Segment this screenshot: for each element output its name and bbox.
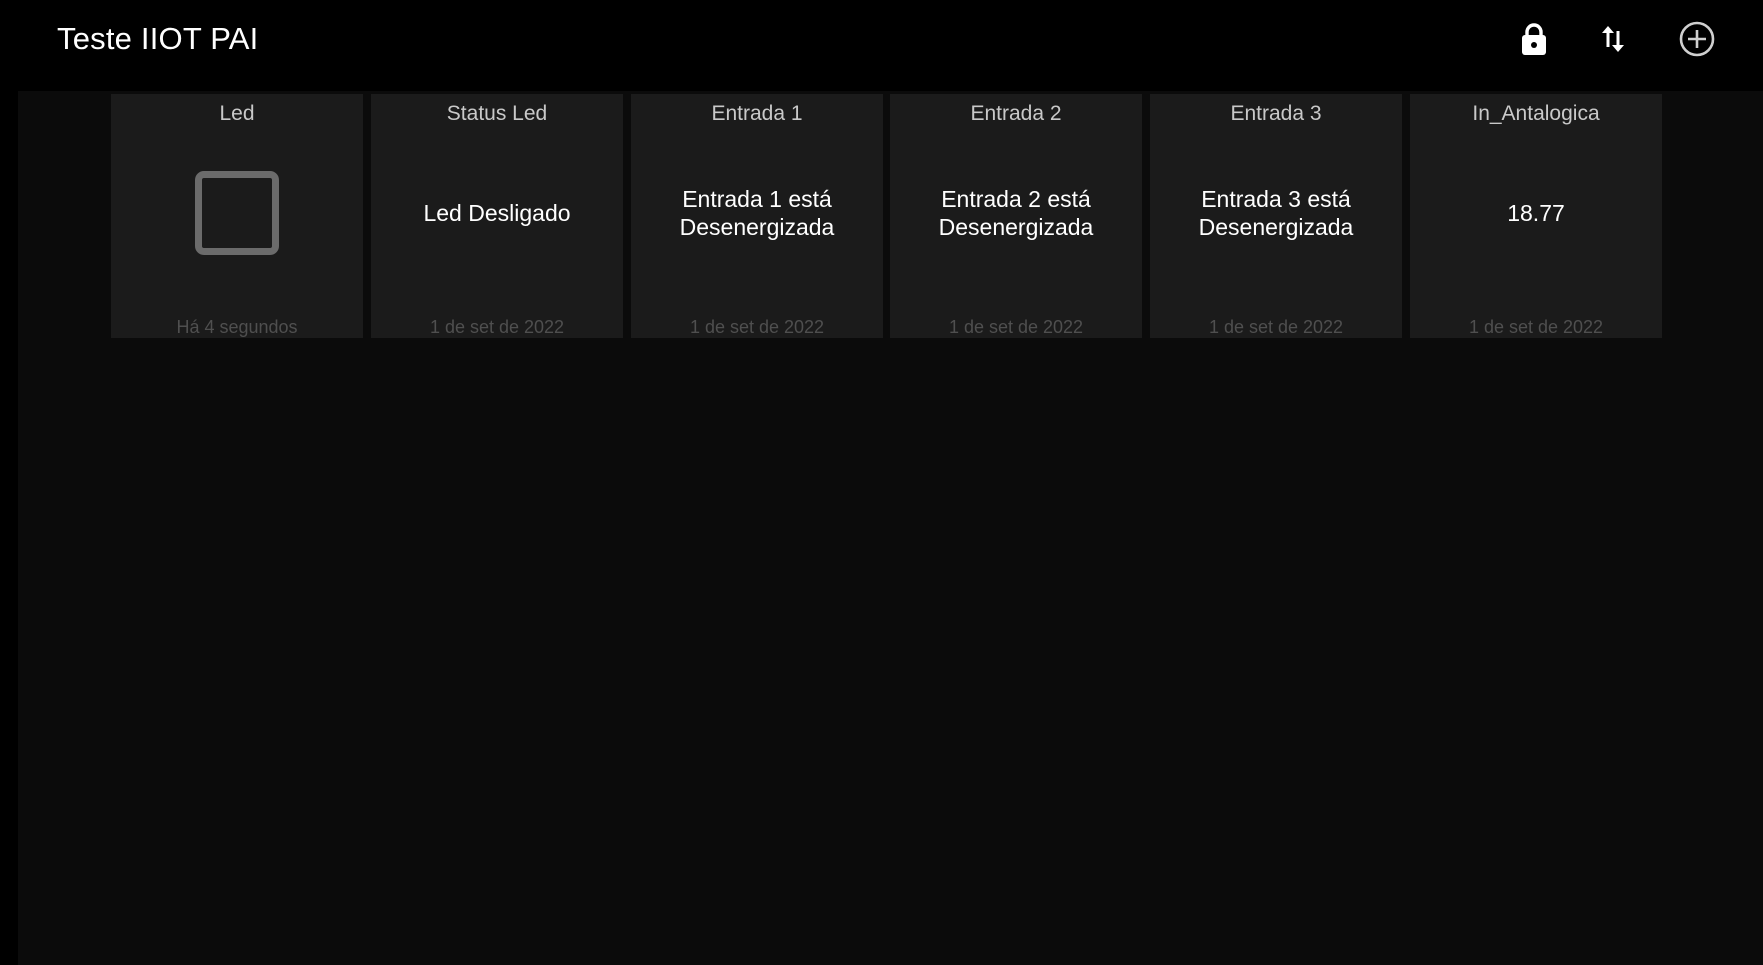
sort-button[interactable] [1590,16,1636,62]
tile-title: Led [219,102,255,125]
swap-vertical-icon [1602,26,1624,52]
tile-entrada-3[interactable]: Entrada 3 Entrada 3 está Desenergizada 1… [1150,94,1402,338]
tile-title: Status Led [446,102,548,125]
add-button[interactable] [1674,16,1720,62]
tile-body [119,156,355,270]
app-bar: Teste IIOT PAI [0,0,1763,90]
tile-status-led[interactable]: Status Led Led Desligado 1 de set de 202… [371,94,623,338]
tile-led[interactable]: Led Há 4 segundos [111,94,363,338]
tile-title: Entrada 2 [970,102,1062,125]
tile-timestamp: 1 de set de 2022 [948,317,1084,337]
tile-timestamp: 1 de set de 2022 [429,317,565,337]
tile-entrada-1[interactable]: Entrada 1 Entrada 1 está Desenergizada 1… [631,94,883,338]
tile-value: Led Desligado [423,200,571,226]
tile-value: Entrada 2 está Desenergizada [938,186,1094,240]
tile-value: Entrada 3 está Desenergizada [1198,186,1354,240]
lock-button[interactable] [1511,16,1557,62]
tile-timestamp: Há 4 segundos [176,317,298,337]
app-title: Teste IIOT PAI [57,21,259,56]
tile-in-antalogica[interactable]: In_Antalogica 18.77 1 de set de 2022 [1410,94,1662,338]
tile-value: 18.77 [1507,200,1565,226]
tile-entrada-2[interactable]: Entrada 2 Entrada 2 está Desenergizada 1… [890,94,1142,338]
tile-title: Entrada 1 [711,102,803,125]
tile-timestamp: 1 de set de 2022 [1468,317,1604,337]
dashboard-canvas: Led Há 4 segundos Status Led Led Desliga… [18,91,1763,965]
tile-title: In_Antalogica [1472,102,1600,125]
add-circle-icon [1679,21,1715,57]
lock-icon [1522,23,1546,55]
tile-timestamp: 1 de set de 2022 [1208,317,1344,337]
tile-value: Entrada 1 está Desenergizada [679,186,835,240]
tile-title: Entrada 3 [1230,102,1322,125]
led-checkbox[interactable] [195,171,279,255]
tile-timestamp: 1 de set de 2022 [689,317,825,337]
